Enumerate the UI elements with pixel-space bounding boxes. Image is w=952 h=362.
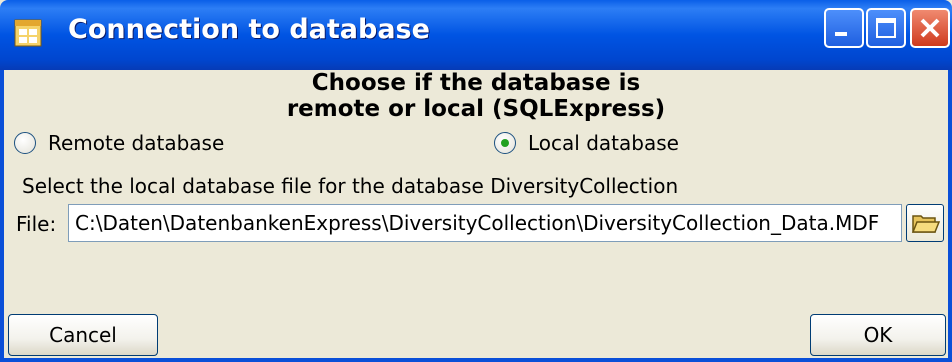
remote-database-radio[interactable] [14,132,36,154]
close-button[interactable] [910,8,950,48]
folder-open-icon [911,215,941,233]
window-title: Connection to database [68,14,430,45]
minimize-button[interactable] [824,8,864,48]
instruction-heading-line-2: remote or local (SQLExpress) [286,96,666,122]
local-database-radio[interactable] [494,132,516,154]
app-window-icon [14,18,44,48]
minimize-icon [835,32,847,36]
file-path-input[interactable] [68,204,902,242]
dialog-window: Connection to database Choose if the dat… [0,0,952,362]
local-database-option[interactable]: Local database [494,128,679,158]
close-icon [920,18,940,38]
remote-database-option[interactable]: Remote database [14,128,224,158]
ok-button[interactable]: OK [810,314,946,356]
maximize-button[interactable] [866,8,906,48]
maximize-icon [876,18,896,38]
window-border-bottom [0,358,952,362]
local-database-label: Local database [528,131,679,155]
title-bar[interactable]: Connection to database [0,0,952,70]
file-label: File: [16,212,57,236]
browse-folder-button[interactable] [906,204,944,242]
cancel-button[interactable]: Cancel [8,314,158,356]
remote-database-label: Remote database [48,131,225,155]
local-database-instruction: Select the local database file for the d… [22,174,679,198]
